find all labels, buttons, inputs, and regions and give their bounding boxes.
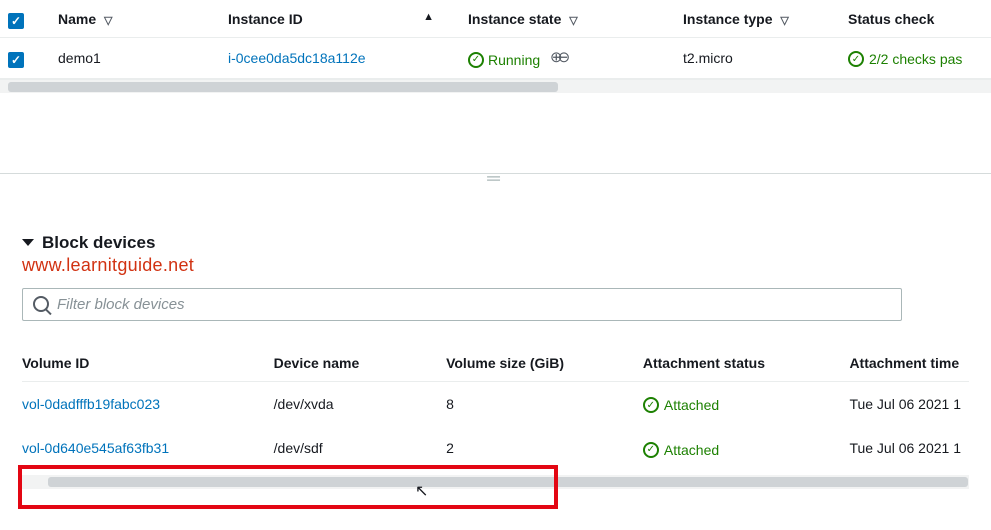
status-attached: ✓ Attached [643,397,719,413]
cell-attachment-status: ✓ Attached [643,426,850,471]
cell-attachment-time: Tue Jul 06 2021 1 [849,426,969,471]
col-header-volume-size[interactable]: Volume size (GiB) [446,345,643,382]
col-header-label: Instance state [468,11,561,27]
volume-id-link[interactable]: vol-0d640e545af63fb31 [22,440,169,456]
status-check-text: 2/2 checks pas [869,51,962,67]
sort-icon: ▽ [569,15,577,27]
sort-asc-icon: ▲ [423,11,434,23]
col-header-state[interactable]: Instance state ▽ [460,0,675,38]
col-header-name[interactable]: Name ▽ [50,0,220,38]
cell-volume-size: 8 [446,381,643,426]
filter-container[interactable] [22,288,902,321]
bd-header-row: Volume ID Device name Volume size (GiB) … [22,345,969,382]
col-header-volume-id[interactable]: Volume ID [22,345,274,382]
cell-status-check: ✓ 2/2 checks pas [840,38,991,79]
col-header-label: Instance ID [228,11,303,27]
instances-table: Name ▽ Instance ID ▲ Instance state ▽ In… [0,0,991,79]
status-text: Attached [664,397,719,413]
block-devices-panel: Block devices www.learnitguide.net Volum… [0,215,991,489]
caret-down-icon [22,239,34,246]
sort-icon: ▽ [104,15,112,27]
bd-row[interactable]: vol-0d640e545af63fb31 /dev/sdf 2 ✓ Attac… [22,426,969,471]
cell-volume-size: 2 [446,426,643,471]
instance-row[interactable]: demo1 i-0cee0da5dc18a112e ✓ Running ⊕⊖ t… [0,38,991,79]
state-badge: ✓ Running [468,52,540,68]
instance-id-link[interactable]: i-0cee0da5dc18a112e [228,50,366,66]
panel-resize-handle[interactable]: ═ [0,173,991,187]
col-header-label: Name [58,11,96,27]
watermark-text: www.learnitguide.net [22,255,969,276]
volume-id-link[interactable]: vol-0dadfffb19fabc023 [22,396,160,412]
col-header-status-check[interactable]: Status check [840,0,991,38]
cell-attachment-status: ✓ Attached [643,381,850,426]
block-devices-table: Volume ID Device name Volume size (GiB) … [22,345,969,471]
col-header-attachment-status[interactable]: Attachment status [643,345,850,382]
check-circle-icon: ✓ [643,397,659,413]
cell-name: demo1 [50,38,220,79]
state-text: Running [488,52,540,68]
col-header-device-name[interactable]: Device name [274,345,446,382]
check-circle-icon: ✓ [468,52,484,68]
bd-row[interactable]: vol-0dadfffb19fabc023 /dev/xvda 8 ✓ Atta… [22,381,969,426]
status-text: Attached [664,442,719,458]
cell-instance-id: i-0cee0da5dc18a112e [220,38,460,79]
sort-icon: ▽ [780,15,788,27]
horizontal-scrollbar[interactable] [22,475,969,489]
cell-type: t2.micro [675,38,840,79]
filter-input[interactable] [57,296,891,313]
scrollbar-thumb[interactable] [48,477,968,487]
check-circle-icon: ✓ [848,51,864,67]
status-attached: ✓ Attached [643,442,719,458]
col-header-label: Status check [848,11,934,27]
col-header-instance-id[interactable]: Instance ID ▲ [220,0,460,38]
col-header-type[interactable]: Instance type ▽ [675,0,840,38]
cell-device-name: /dev/sdf [274,426,446,471]
cell-device-name: /dev/xvda [274,381,446,426]
drag-handle-icon: ═ [487,172,504,184]
check-circle-icon: ✓ [643,442,659,458]
status-check-value: ✓ 2/2 checks pas [848,51,962,67]
col-header-attachment-time[interactable]: Attachment time [849,345,969,382]
scrollbar-thumb[interactable] [8,82,558,92]
zoom-icons[interactable]: ⊕⊖ [550,49,565,66]
section-title: Block devices [42,233,155,253]
row-checkbox[interactable] [8,52,24,68]
cell-attachment-time: Tue Jul 06 2021 1 [849,381,969,426]
cell-state: ✓ Running ⊕⊖ [460,38,675,79]
horizontal-scrollbar[interactable] [0,79,991,93]
instances-header-row: Name ▽ Instance ID ▲ Instance state ▽ In… [0,0,991,38]
col-header-label: Instance type [683,11,772,27]
search-icon [33,296,49,312]
select-all-checkbox[interactable] [8,13,24,29]
block-devices-toggle[interactable]: Block devices [22,233,969,253]
